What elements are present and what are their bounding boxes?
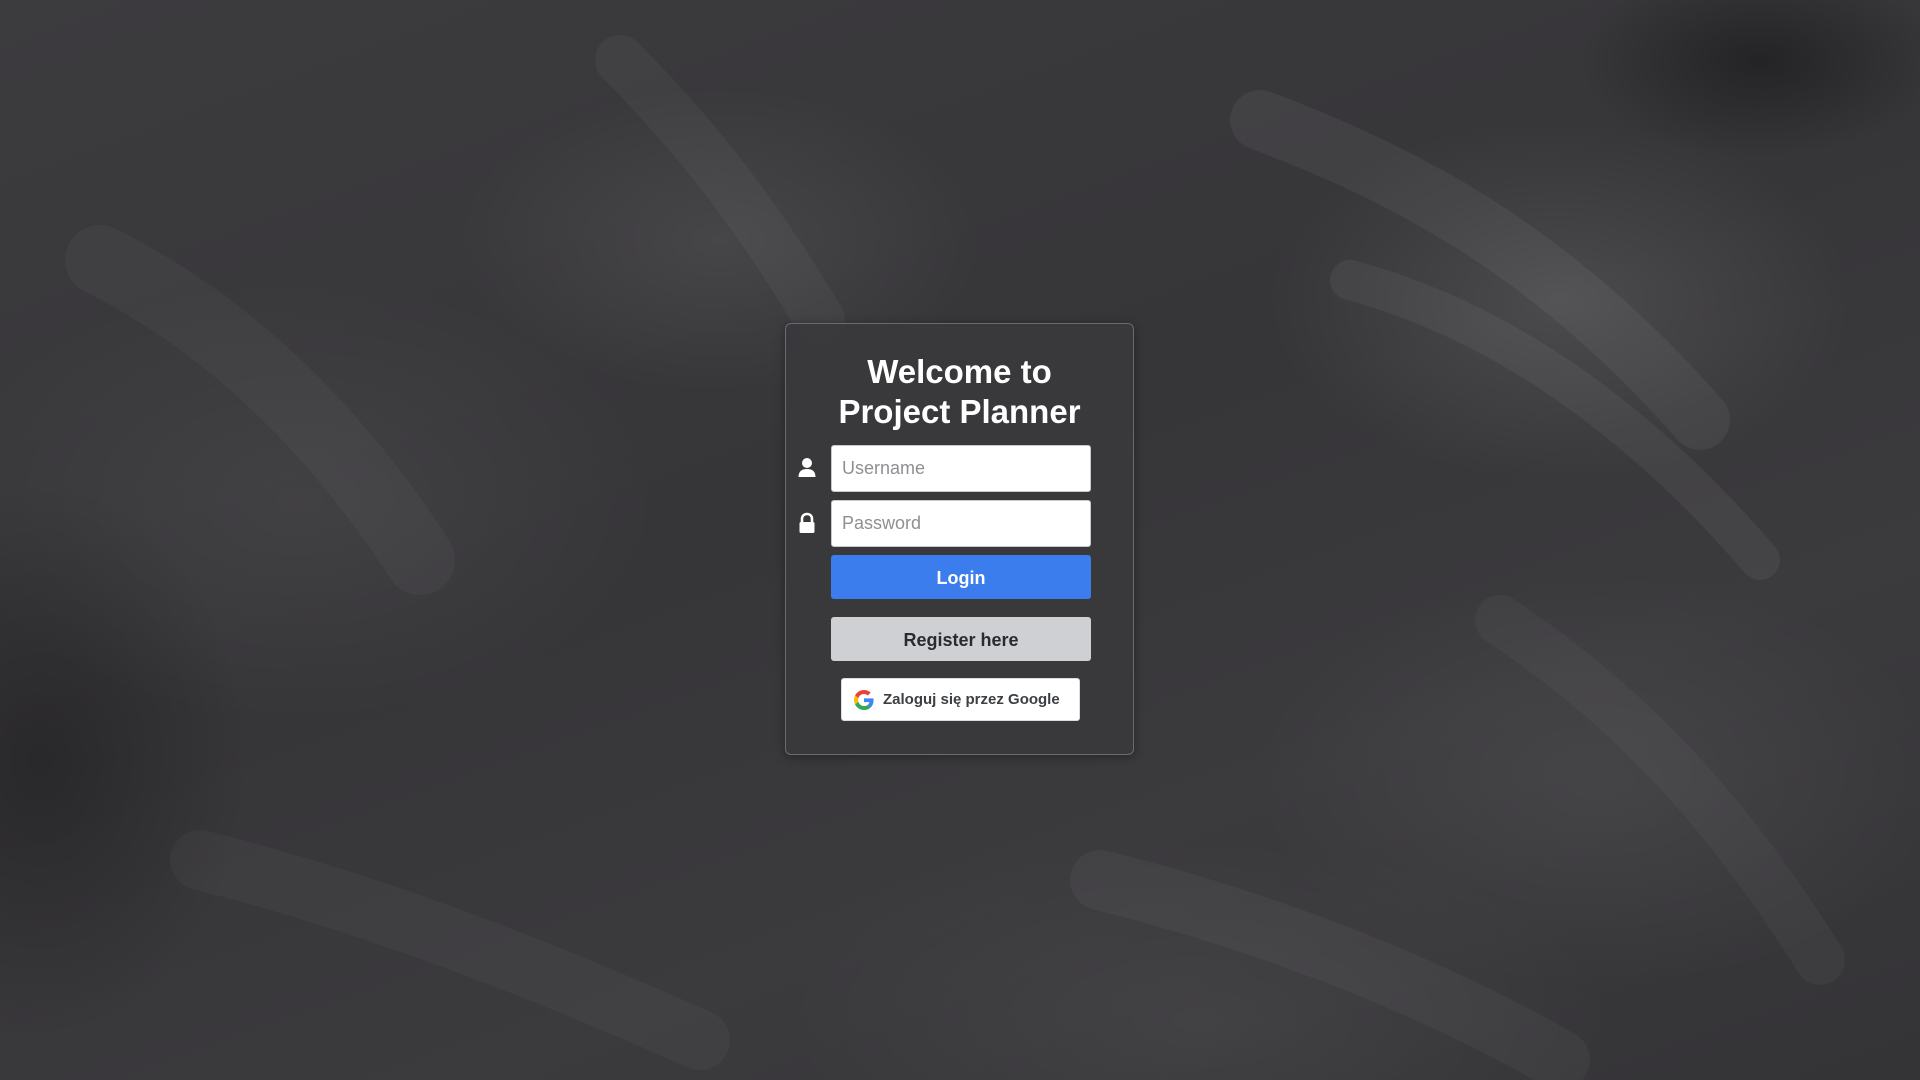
user-icon [797,457,817,479]
google-login-button[interactable]: Zaloguj się przez Google [841,678,1080,721]
page-title-line2: Project Planner [838,393,1081,430]
google-login-label: Zaloguj się przez Google [883,691,1060,708]
google-g-icon [854,689,874,710]
lock-icon [797,512,817,534]
username-input[interactable] [831,445,1091,492]
password-input[interactable] [831,500,1091,547]
register-button[interactable]: Register here [831,617,1091,661]
login-card: Welcome to Project Planner Login Registe… [785,323,1134,755]
page-title: Welcome to Project Planner [786,352,1133,432]
login-button[interactable]: Login [831,555,1091,599]
page-title-line1: Welcome to [867,353,1052,390]
username-row [786,445,1133,492]
password-row [786,500,1133,547]
